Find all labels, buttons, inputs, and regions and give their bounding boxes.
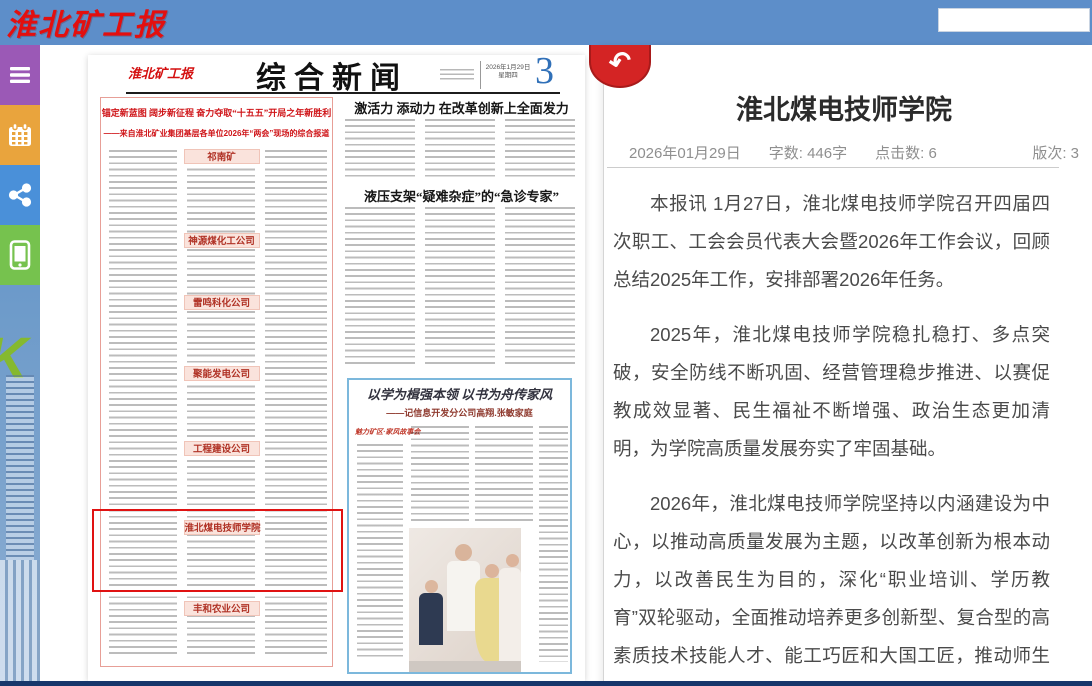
section-qinan-mine[interactable]: 祁南矿 (184, 149, 260, 164)
text-placeholder (425, 119, 495, 177)
header-rule (126, 92, 560, 94)
article-headline-hydraulic-support[interactable]: 液压支架“疑难杂症”的“急诊专家” (343, 186, 580, 205)
photo-figure-body (419, 593, 443, 645)
text-placeholder (411, 426, 469, 522)
article-headline-vitality[interactable]: 激活力 添动力 在改革创新上全面发力 (343, 98, 580, 117)
article-divider (607, 167, 1059, 168)
header-divider (480, 61, 481, 89)
photo-figure-head (425, 580, 438, 593)
return-arrow-icon: ↶ (605, 43, 634, 81)
share-icon (8, 183, 32, 207)
section-fenghe-agriculture[interactable]: 丰和农业公司 (184, 601, 260, 616)
background-photo: K (0, 285, 40, 681)
photo-figure-head (506, 554, 519, 567)
lead-article-box: 锚定新蓝图 阔步新征程 奋力夺取“十五五”开局之年新胜利 ——来自淮北矿业集团基… (100, 97, 333, 667)
family-photo (409, 528, 521, 672)
search-input[interactable] (938, 8, 1090, 32)
text-placeholder (505, 119, 575, 177)
photo-floor (409, 661, 521, 672)
text-placeholder (475, 426, 533, 522)
paper-page-number: 3 (535, 49, 554, 93)
hamburger-menu-icon (8, 63, 32, 87)
paper-weekday: 星期四 (484, 72, 532, 80)
sidebar-calendar-button[interactable] (0, 105, 40, 165)
building-tower (6, 375, 34, 560)
text-placeholder (345, 207, 415, 367)
feature-headline: 以学为楫强本领 以书为舟传家风 (349, 384, 570, 403)
photo-figure-head (455, 544, 472, 561)
sidebar-share-button[interactable] (0, 165, 40, 225)
text-placeholder (345, 119, 415, 177)
section-engineering-construction[interactable]: 工程建设公司 (184, 441, 260, 456)
text-placeholder (539, 426, 568, 662)
section-shenyuan-coal-chemical[interactable]: 神源煤化工公司 (184, 233, 260, 248)
text-placeholder (505, 207, 575, 367)
section-technician-college[interactable]: 淮北煤电技师学院 (184, 520, 260, 535)
lead-headline[interactable]: 锚定新蓝图 阔步新征程 奋力夺取“十五五”开局之年新胜利 (101, 106, 332, 119)
photo-figure-body (499, 568, 521, 662)
paper-section-title: 综合新闻 (256, 53, 408, 97)
newspaper-page: 淮北矿工报 综合新闻 2026年1月29日 星期四 3 锚定新蓝图 阔步新征程 … (88, 55, 585, 681)
article-date: 2026年01月29日 (629, 142, 741, 163)
feature-subhead: ——记信息开发分公司高翔.张敏家庭 (349, 406, 570, 419)
mobile-phone-icon (7, 240, 33, 270)
article-body: 本报讯 1月27日，淮北煤电技师学院召开四届四次职工、工会会员代表大会暨2026… (613, 185, 1050, 686)
paper-masthead: 淮北矿工报 (128, 63, 193, 82)
article-meta: 2026年01月29日 字数: 446字 点击数: 6 版次: 3 (629, 142, 1079, 163)
paper-date-line: 2026年1月29日 (484, 64, 532, 72)
site-logo[interactable]: 淮北矿工报 (6, 0, 166, 44)
article-paragraph: 本报讯 1月27日，淮北煤电技师学院召开四届四次职工、工会会员代表大会暨2026… (613, 185, 1050, 299)
bottom-bar (0, 681, 1092, 686)
sidebar-mobile-button[interactable] (0, 225, 40, 285)
photo-figure-head (485, 564, 499, 578)
article-paragraph: 2026年，淮北煤电技师学院坚持以内涵建设为中心，以推动高质量发展为主题，以改革… (613, 485, 1050, 686)
calendar-icon (7, 122, 33, 148)
section-leiming-kehua[interactable]: 雷鸣科化公司 (184, 295, 260, 310)
article-title: 淮北煤电技师学院 (624, 88, 1064, 127)
paper-date: 2026年1月29日 星期四 (484, 64, 532, 80)
article-word-count: 字数: 446字 (769, 142, 847, 163)
family-feature-box[interactable]: 以学为楫强本领 以书为舟传家风 ——记信息开发分公司高翔.张敏家庭 魅力矿区·家… (347, 378, 572, 674)
sidebar-menu-button[interactable] (0, 45, 40, 105)
lead-subhead: ——来自淮北矿业集团基层各单位2026年“两会”现场的综合报道 (101, 128, 332, 139)
text-placeholder (425, 207, 495, 367)
article-click-count: 点击数: 6 (875, 142, 937, 163)
section-juneng-power[interactable]: 聚能发电公司 (184, 366, 260, 381)
article-paragraph: 2025年，淮北煤电技师学院稳扎稳打、多点突破，安全防线不断巩固、经营管理稳步推… (613, 316, 1050, 468)
editor-text-placeholder (440, 69, 474, 81)
text-placeholder (357, 444, 403, 658)
screen: 淮北矿工报 K 淮北矿工报 综合新闻 2026年1月29日 (0, 0, 1092, 686)
building-base (0, 560, 40, 681)
article-edition: 版次: 3 (1032, 142, 1079, 163)
top-bar: 淮北矿工报 (0, 0, 1092, 45)
article-panel: 淮北煤电技师学院 2026年01月29日 字数: 446字 点击数: 6 版次:… (603, 45, 1092, 686)
